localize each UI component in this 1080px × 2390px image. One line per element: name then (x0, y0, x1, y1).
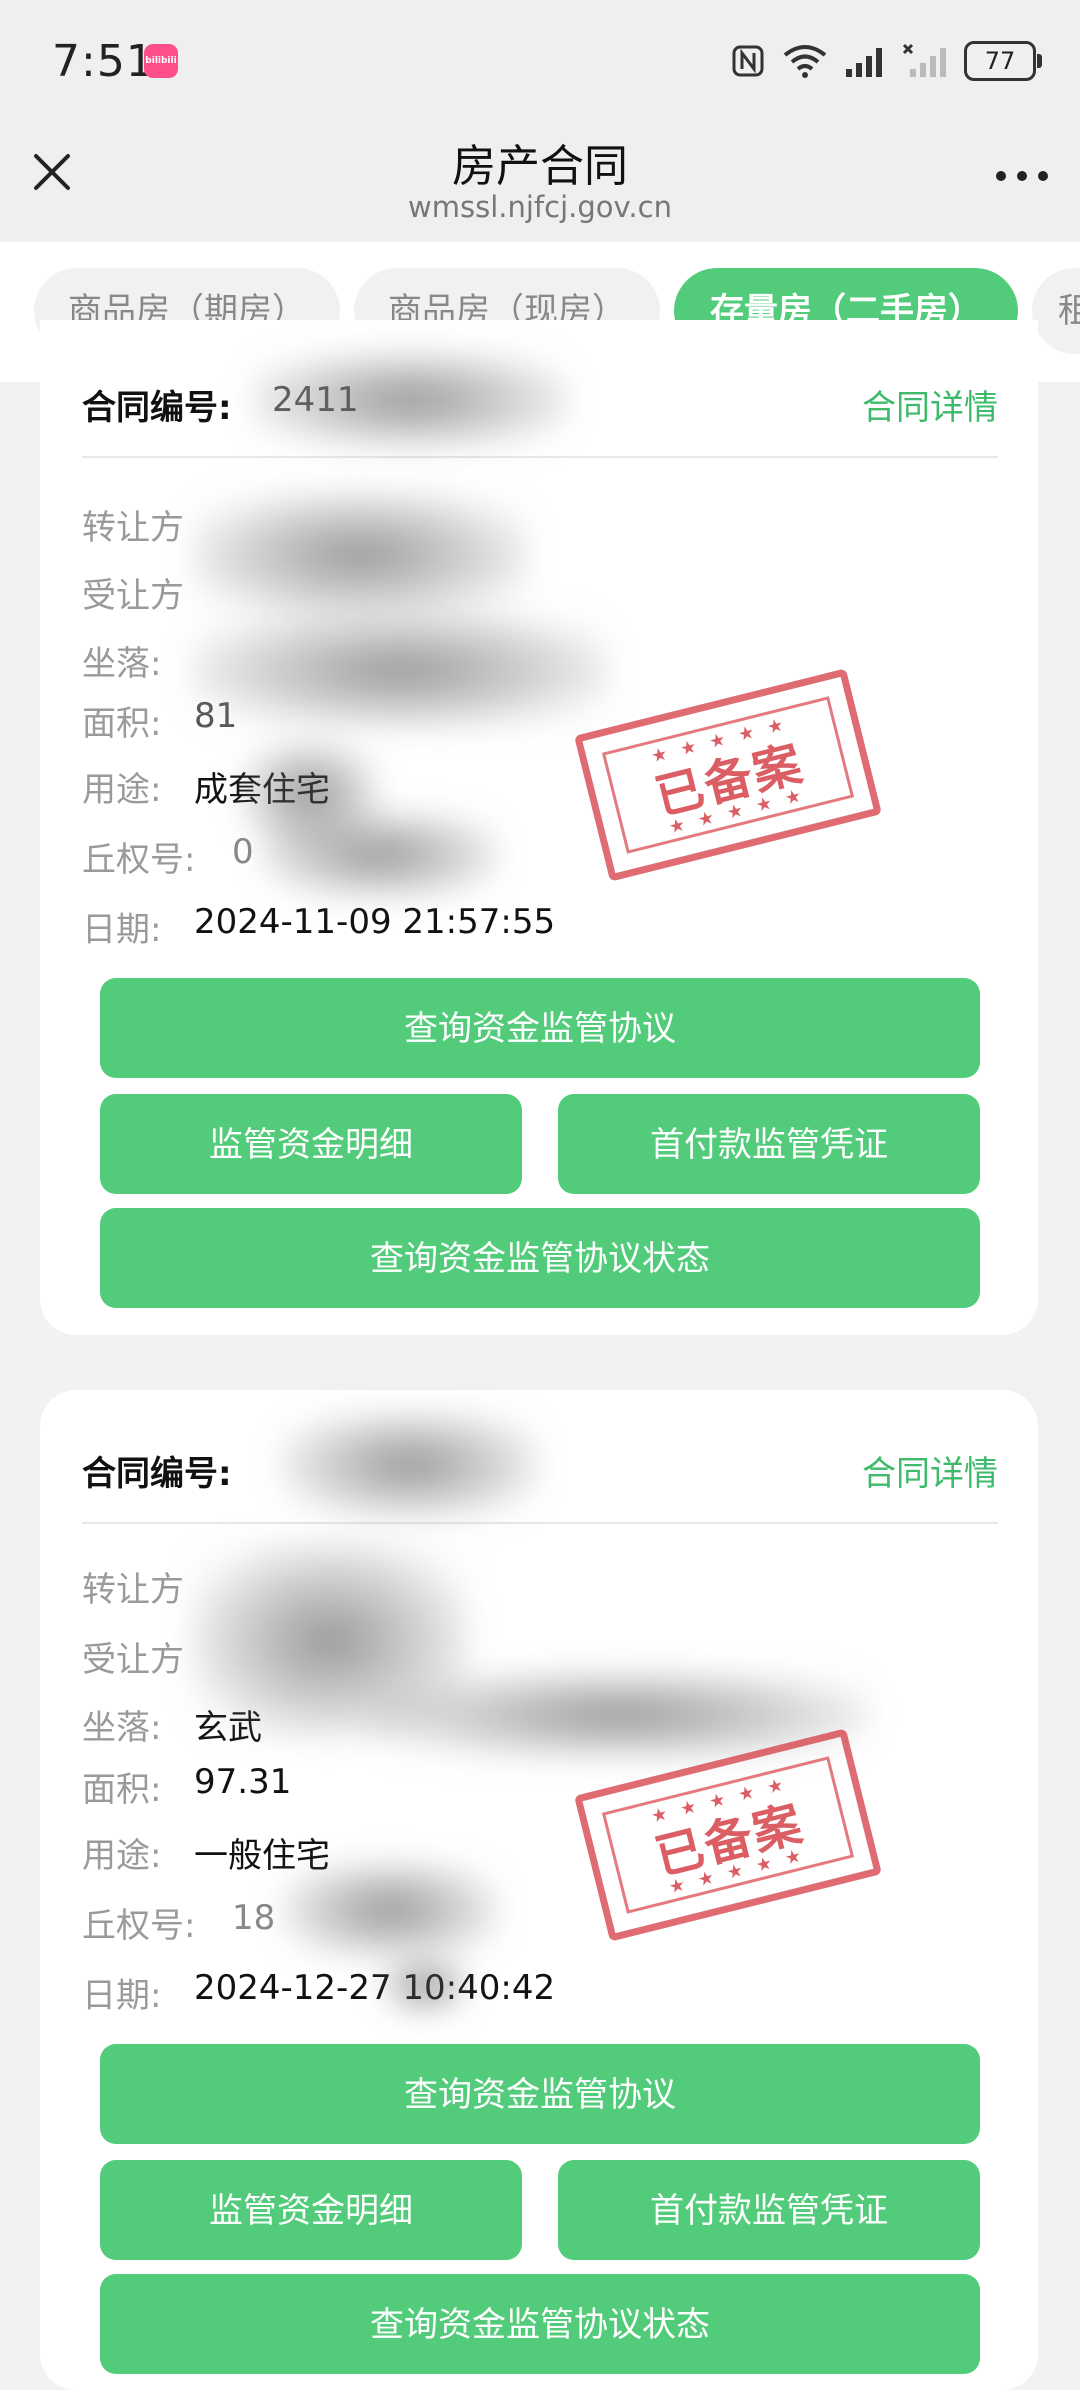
usage-label: 用途: (82, 1836, 162, 1876)
signal-icon (846, 48, 882, 77)
filed-stamp: ★ ★ ★ ★ ★ 已备案 ★ ★ ★ ★ ★ (574, 1728, 882, 1942)
redaction-mark (280, 1860, 500, 1960)
status-time: 7:51 (52, 36, 155, 87)
wifi-icon (783, 45, 827, 78)
date-value: 2024-12-27 10:40:42 (194, 1968, 556, 2008)
usage-label: 用途: (82, 770, 162, 810)
down-payment-voucher-button[interactable]: 首付款监管凭证 (558, 1094, 980, 1194)
transferor-label: 转让方 (82, 508, 184, 548)
transferee-label: 受让方 (82, 1640, 184, 1680)
redaction-mark (260, 810, 500, 900)
page-title: 房产合同 (452, 141, 628, 192)
contract-number-label: 合同编号: (82, 388, 232, 428)
page-url: wmssl.njfcj.gov.cn (408, 190, 672, 224)
location-label: 坐落: (82, 644, 162, 684)
contract-card: 合同编号: 合同详情 转让方 受让方 坐落: 玄武 面积: 97.31 用途: … (40, 1390, 1038, 2390)
area-label: 面积: (82, 704, 162, 744)
nfc-icon (732, 45, 764, 77)
tab-rental[interactable]: 租 (1032, 268, 1080, 354)
query-agreement-status-button[interactable]: 查询资金监管协议状态 (100, 2274, 980, 2374)
fund-detail-button[interactable]: 监管资金明细 (100, 2160, 522, 2260)
redaction-mark (190, 610, 610, 730)
transferee-label: 受让方 (82, 576, 184, 616)
cert-number-value: 18 (232, 1898, 276, 1938)
browser-header: 房产合同 wmssl.njfcj.gov.cn (0, 118, 1080, 242)
status-bar: 7:51 bilibili 77 (0, 0, 1080, 118)
area-value: 97.31 (194, 1762, 292, 1802)
signal-no-service-icon (902, 43, 946, 77)
contract-number-label: 合同编号: (82, 1454, 232, 1494)
date-label: 日期: (82, 1976, 162, 2016)
location-label: 坐落: (82, 1708, 162, 1748)
fund-detail-button[interactable]: 监管资金明细 (100, 1094, 522, 1194)
redaction-mark (380, 1955, 470, 2015)
bilibili-app-icon: bilibili (144, 44, 178, 78)
query-fund-agreement-button[interactable]: 查询资金监管协议 (100, 2044, 980, 2144)
query-agreement-status-button[interactable]: 查询资金监管协议状态 (100, 1208, 980, 1308)
contract-card: 合同编号: 2411 合同详情 转让方 受让方 坐落: 面积: 81 用途: 成… (40, 320, 1038, 1335)
redaction-mark (190, 490, 530, 620)
filed-stamp: ★ ★ ★ ★ ★ 已备案 ★ ★ ★ ★ ★ (574, 668, 882, 882)
cert-number-label: 丘权号: (82, 1906, 196, 1946)
status-icons: 77 (730, 38, 1042, 84)
down-payment-voucher-button[interactable]: 首付款监管凭证 (558, 2160, 980, 2260)
date-label: 日期: (82, 910, 162, 950)
contract-detail-link[interactable]: 合同详情 (862, 380, 998, 429)
battery-indicator: 77 (964, 41, 1042, 81)
contract-detail-link[interactable]: 合同详情 (862, 1446, 998, 1495)
query-fund-agreement-button[interactable]: 查询资金监管协议 (100, 978, 980, 1078)
redaction-mark (250, 350, 570, 450)
area-label: 面积: (82, 1770, 162, 1810)
date-value: 2024-11-09 21:57:55 (194, 902, 556, 942)
cert-number-value: 0 (232, 832, 254, 872)
transferor-label: 转让方 (82, 1570, 184, 1610)
redaction-mark (280, 1410, 540, 1520)
cert-number-label: 丘权号: (82, 840, 196, 880)
more-options-icon[interactable] (996, 168, 1048, 184)
